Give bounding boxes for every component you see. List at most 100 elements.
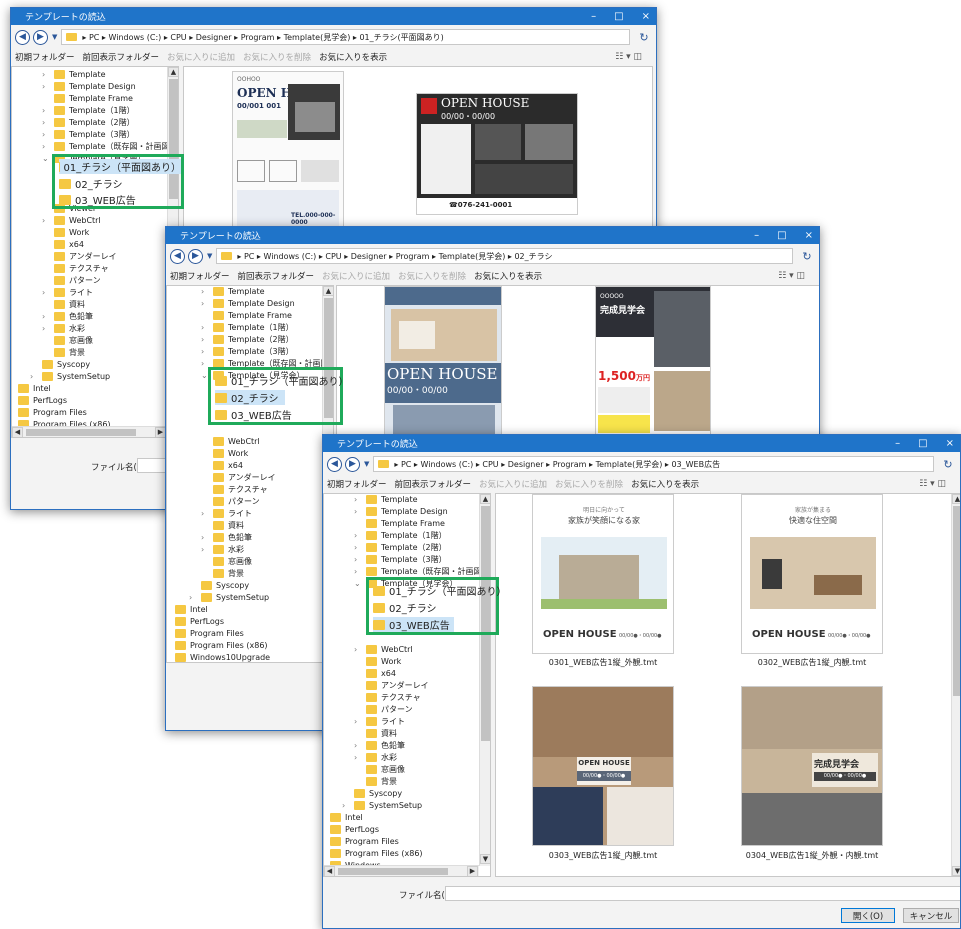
tree-item[interactable]: Syscopy (354, 788, 402, 799)
tree-item[interactable]: › Template Design (42, 81, 136, 92)
tree-item[interactable]: › WebCtrl (42, 215, 101, 226)
tree-item[interactable]: › SystemSetup (189, 592, 269, 603)
crumb-cpu[interactable]: CPU (170, 33, 186, 42)
thumbnail-openhouse-flyer[interactable]: OPEN HOUSE 00/00・00/00 (384, 286, 502, 434)
scroll-up-icon[interactable]: ▲ (168, 67, 178, 77)
tree-item[interactable]: アンダーレイ (366, 680, 429, 691)
forward-button[interactable]: ▶ (345, 456, 360, 472)
tree-item[interactable]: Program Files (330, 836, 399, 847)
tree-item[interactable]: アンダーレイ (213, 472, 276, 483)
tree-item[interactable]: › Template（既存図・計画図） (354, 566, 490, 577)
cancel-button[interactable]: キャンセル (903, 908, 959, 923)
tree-item-01-chirashi[interactable]: 01_チラシ（平面図あり） (215, 373, 349, 388)
tree-item[interactable]: › Template（1階） (42, 105, 135, 116)
refresh-icon[interactable]: ↻ (799, 250, 815, 263)
minimize-button[interactable]: – (754, 230, 759, 241)
tree-item-01-chirashi[interactable]: 01_チラシ（平面図あり） (59, 159, 181, 174)
tree-item[interactable]: Template Frame (213, 310, 292, 321)
tree-item[interactable]: › Template（1階） (201, 322, 294, 333)
remove-favorite-button[interactable]: お気に入りを削除 (243, 51, 311, 63)
thumbnail-0301[interactable]: 明日に向かって 家族が笑顔になる家 OPEN HOUSE 00/00●・00/0… (532, 494, 674, 654)
tree-item[interactable]: Work (213, 448, 248, 459)
scroll-right-icon[interactable]: ▶ (467, 866, 478, 876)
address-bar[interactable]: ▸ PC ▸ Windows (C:) ▸ CPU ▸ Designer ▸ P… (216, 248, 793, 264)
scroll-up-icon[interactable]: ▲ (480, 494, 490, 504)
crumb-program[interactable]: Program (553, 460, 587, 469)
tree-item[interactable]: › 水彩 (354, 752, 397, 763)
tree-item[interactable]: › 色鉛筆 (42, 311, 93, 322)
tree-item[interactable]: パターン (54, 275, 101, 286)
view-mode-icon[interactable]: ☷ ▾ ◫ (615, 52, 642, 62)
tree-item-02-chirashi[interactable]: 02_チラシ (373, 600, 437, 615)
initial-folder-button[interactable]: 初期フォルダー (327, 478, 387, 490)
tree-item-03-web[interactable]: 03_WEB広告 (59, 192, 136, 207)
tree-item[interactable]: › WebCtrl (354, 644, 413, 655)
tree-item[interactable]: WebCtrl (213, 436, 260, 447)
crumb-drive[interactable]: Windows (C:) (108, 33, 161, 42)
thumbnail-poster-floorplan[interactable]: OPEN HOUSE 00/00・00/00 ☎076-241-0001 (416, 93, 578, 215)
back-button[interactable]: ◀ (170, 248, 185, 264)
tree-item[interactable]: 資料 (54, 299, 85, 310)
close-button[interactable]: × (642, 11, 650, 22)
forward-button[interactable]: ▶ (33, 29, 48, 45)
crumb-current[interactable]: 03_WEB広告 (671, 459, 720, 470)
tree-item[interactable]: Windows10Upgrade (175, 652, 270, 662)
crumb-current[interactable]: 02_チラシ (514, 251, 552, 262)
refresh-icon[interactable]: ↻ (636, 31, 652, 44)
tree-item[interactable]: Program Files (x86) (175, 640, 268, 651)
tree-item[interactable]: › ライト (354, 716, 405, 727)
scroll-up-icon[interactable]: ▲ (952, 494, 960, 504)
tree-item[interactable]: Syscopy (42, 359, 90, 370)
tree-item[interactable]: Work (366, 656, 401, 667)
tree-item[interactable]: パターン (213, 496, 260, 507)
scroll-down-icon[interactable]: ▼ (480, 854, 490, 864)
view-mode-icon[interactable]: ☷ ▾ ◫ (778, 271, 805, 281)
forward-button[interactable]: ▶ (188, 248, 203, 264)
scroll-down-icon[interactable]: ▼ (952, 866, 960, 876)
tree-item[interactable]: PerfLogs (330, 824, 379, 835)
tree-item[interactable]: › Template (354, 494, 418, 505)
address-bar[interactable]: ▸ PC ▸ Windows (C:) ▸ CPU ▸ Designer ▸ P… (373, 456, 934, 472)
tree-horizontal-scrollbar[interactable]: ◀ ▶ (12, 426, 167, 437)
tree-item[interactable]: Syscopy (201, 580, 249, 591)
tree-item[interactable]: › Template（1階） (354, 530, 447, 541)
file-name-input[interactable] (137, 458, 167, 473)
back-button[interactable]: ◀ (327, 456, 342, 472)
tree-item[interactable]: 資料 (366, 728, 397, 739)
tree-item[interactable]: › 色鉛筆 (201, 532, 252, 543)
tree-item[interactable]: Program Files (x86) (330, 848, 423, 859)
add-favorite-button[interactable]: お気に入りに追加 (167, 51, 235, 63)
scroll-thumb[interactable] (26, 429, 136, 436)
initial-folder-button[interactable]: 初期フォルダー (170, 270, 230, 282)
minimize-button[interactable]: – (895, 438, 900, 449)
tree-item-02-chirashi[interactable]: 02_チラシ (215, 390, 285, 405)
remove-favorite-button[interactable]: お気に入りを削除 (398, 270, 466, 282)
tree-item[interactable]: › Template (201, 286, 265, 297)
crumb-cpu[interactable]: CPU (482, 460, 498, 469)
tree-item[interactable]: 資料 (213, 520, 244, 531)
thumbnail-flyer-floorplan[interactable]: OOHOO OPEN HOUSE 00/001 001 TEL.000-000-… (232, 71, 344, 231)
title-bar[interactable]: テンプレートの読込 – □ × (323, 435, 960, 452)
tree-item[interactable]: Template Frame (366, 518, 445, 529)
maximize-button[interactable]: □ (918, 438, 927, 449)
tree-item[interactable]: 窓画像 (366, 764, 405, 775)
tree-item[interactable]: Intel (330, 812, 363, 823)
thumbnail-kansei-flyer[interactable]: OOOOO 完成見学会 1,500万円 (595, 286, 711, 434)
tree-item[interactable]: テクスチャ (213, 484, 268, 495)
tree-item[interactable]: Program Files (18, 407, 87, 418)
crumb-cpu[interactable]: CPU (325, 252, 341, 261)
tree-item[interactable]: › Template Design (354, 506, 448, 517)
maximize-button[interactable]: □ (614, 11, 623, 22)
tree-item[interactable]: › ライト (42, 287, 93, 298)
tree-item[interactable]: › SystemSetup (342, 800, 422, 811)
tree-item[interactable]: 背景 (366, 776, 397, 787)
thumbnail-0304[interactable]: 完成見学会 00/00●・00/00● (741, 686, 883, 846)
recent-dropdown[interactable]: ▼ (207, 252, 212, 260)
crumb-drive[interactable]: Windows (C:) (420, 460, 473, 469)
tree-item[interactable]: Program Files (175, 628, 244, 639)
tree-item[interactable]: テクスチャ (54, 263, 109, 274)
minimize-button[interactable]: – (591, 11, 596, 22)
file-name-input[interactable] (445, 886, 960, 901)
prev-folder-button[interactable]: 前回表示フォルダー (395, 478, 472, 490)
address-bar[interactable]: ▸ PC ▸ Windows (C:) ▸ CPU ▸ Designer ▸ P… (61, 29, 630, 45)
